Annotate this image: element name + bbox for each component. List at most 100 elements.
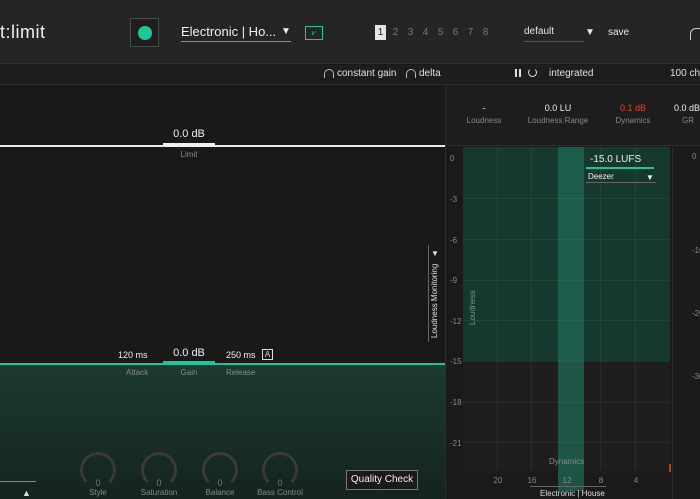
gr-tick: 0 — [692, 152, 697, 161]
grid-line — [463, 198, 670, 199]
grid-line — [463, 442, 670, 443]
gr-tick: -10 — [692, 246, 700, 255]
preset-slot-5[interactable]: 5 — [435, 25, 446, 40]
target-lufs-underline — [586, 167, 654, 169]
balance-label: Balance — [205, 488, 235, 497]
saturation-label: Saturation — [140, 488, 178, 497]
bass-control-label: Bass Control — [257, 488, 303, 497]
preset-dropdown-icon[interactable]: ▼ — [281, 26, 291, 37]
saturation-value: 0 — [156, 478, 162, 488]
preset-slots: 1 2 3 4 5 6 7 8 — [375, 25, 491, 40]
integrated-label: integrated — [549, 68, 594, 79]
metrics-panel: - Loudness 0.0 LU Loudness Range 0.1 dB … — [446, 86, 700, 146]
y-tick: -12 — [450, 317, 462, 326]
x-tick: 8 — [598, 476, 604, 485]
gr-tick: -30 — [692, 372, 700, 381]
attack-value[interactable]: 120 ms — [118, 350, 148, 360]
loudness-axis-label: Loudness — [468, 290, 477, 325]
gr-tick: -20 — [692, 309, 700, 318]
grid-line — [463, 239, 670, 240]
dynamics-value: 0.1 dB — [619, 103, 647, 113]
gain-handle[interactable] — [163, 361, 215, 365]
platform-underline — [586, 182, 656, 183]
y-tick: -21 — [450, 439, 462, 448]
y-tick: -18 — [450, 398, 462, 407]
loudness-value: - — [482, 103, 486, 113]
y-tick: -15 — [450, 357, 462, 366]
delta-label: delta — [419, 68, 441, 79]
dynamics-label: Dynamics — [615, 116, 651, 125]
grid-line — [600, 147, 601, 471]
preset-slot-8[interactable]: 8 — [480, 25, 491, 40]
profile-dropdown-icon[interactable]: ▼ — [585, 27, 595, 38]
gain-value[interactable]: 0.0 dB — [163, 347, 215, 359]
expand-up-icon[interactable]: ▲ — [22, 488, 31, 498]
preset-slot-2[interactable]: 2 — [390, 25, 401, 40]
limit-label: Limit — [180, 150, 198, 159]
top-bar: t:limit Electronic | Ho... ▼ ⩗ 1 2 3 4 5… — [0, 0, 700, 64]
gr-value: 0.0 dB — [674, 103, 700, 113]
grid-line — [463, 280, 670, 281]
grid-line — [531, 147, 532, 471]
balance-value: 0 — [217, 478, 223, 488]
collapse-right-icon[interactable]: ▼ — [431, 249, 439, 258]
preset-slot-1[interactable]: 1 — [375, 25, 386, 40]
x-tick: 20 — [493, 476, 503, 485]
save-button[interactable]: save — [608, 27, 629, 38]
limit-handle[interactable] — [163, 143, 215, 147]
clip-marker — [669, 464, 671, 472]
platform-selector[interactable]: Deezer — [588, 172, 614, 181]
x-tick: 16 — [527, 476, 537, 485]
grid-line — [497, 147, 498, 471]
headphones-icon — [406, 69, 416, 78]
quality-check-button[interactable]: Quality Check — [346, 470, 418, 490]
preset-slot-6[interactable]: 6 — [450, 25, 461, 40]
grid-line — [463, 320, 670, 321]
gain-line[interactable] — [0, 363, 445, 365]
y-tick: -9 — [450, 276, 458, 285]
power-indicator-icon — [138, 26, 152, 40]
channel-count: 100 cha — [670, 68, 700, 79]
target-lufs-value[interactable]: -15.0 LUFS — [590, 154, 641, 165]
release-label: Release — [226, 368, 256, 377]
dynamics-axis-label: Dynamics — [549, 457, 585, 466]
style-label: Style — [89, 488, 107, 497]
meter-controls — [515, 68, 537, 77]
loudness-range-value: 0.0 LU — [544, 103, 572, 113]
limit-value[interactable]: 0.0 dB — [163, 128, 215, 140]
x-tick: 12 — [562, 476, 572, 485]
app-title: t:limit — [0, 22, 46, 42]
x-tick: 4 — [633, 476, 639, 485]
preset-slot-4[interactable]: 4 — [420, 25, 431, 40]
genre-label: Electronic | House — [540, 489, 605, 498]
loudness-range-label: Loudness Range — [527, 116, 589, 125]
limit-threshold-line[interactable] — [0, 145, 445, 147]
delta-toggle[interactable]: delta — [406, 68, 441, 79]
preset-slot-7[interactable]: 7 — [465, 25, 476, 40]
y-tick: 0 — [450, 154, 455, 163]
loudness-label: Loudness — [466, 116, 502, 125]
auto-release-toggle[interactable]: A — [262, 349, 273, 360]
gr-label: GR — [682, 116, 694, 125]
bypass-button[interactable] — [130, 18, 159, 47]
target-icon[interactable]: ⩗ — [305, 26, 323, 40]
preset-selector[interactable]: Electronic | Ho... — [181, 24, 291, 42]
gain-reduction-graph — [672, 147, 700, 499]
preset-slot-3[interactable]: 3 — [405, 25, 416, 40]
platform-dropdown-icon[interactable]: ▼ — [646, 173, 654, 182]
loudness-monitoring-label: Loudness Monitoring — [430, 263, 439, 338]
profile-selector[interactable]: default — [524, 26, 584, 42]
bass-control-value: 0 — [277, 478, 283, 488]
headphones-icon — [324, 69, 334, 78]
release-value[interactable]: 250 ms — [226, 350, 256, 360]
constant-gain-label: constant gain — [337, 68, 397, 79]
reset-icon[interactable] — [528, 68, 537, 77]
grid-line — [463, 402, 670, 403]
grid-line — [635, 147, 636, 471]
attack-label: Attack — [126, 368, 149, 377]
undo-icon[interactable] — [690, 28, 700, 40]
panel-divider — [445, 86, 446, 499]
constant-gain-toggle[interactable]: constant gain — [324, 68, 397, 79]
grid-line — [463, 361, 670, 362]
pause-icon[interactable] — [515, 68, 521, 77]
